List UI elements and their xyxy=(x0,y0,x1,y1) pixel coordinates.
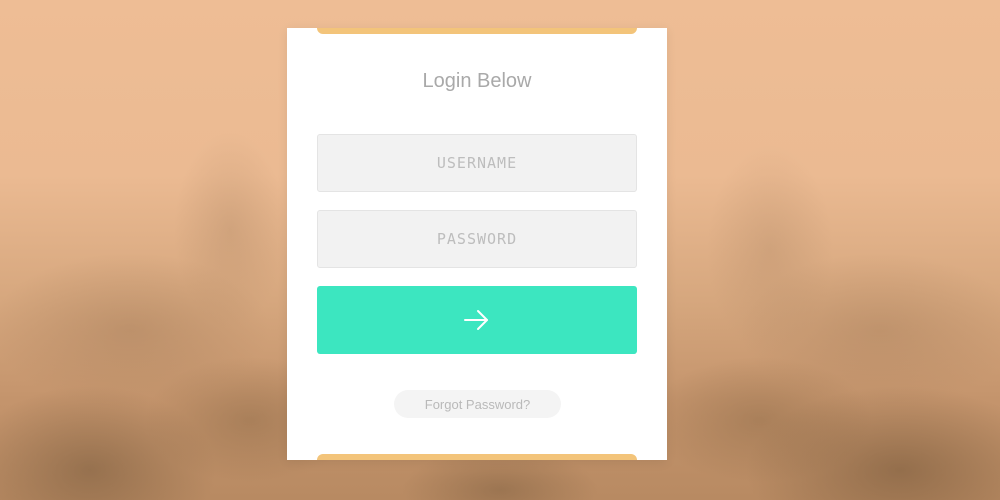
forgot-password-link[interactable]: Forgot Password? xyxy=(394,390,561,418)
arrow-right-icon xyxy=(464,310,488,330)
username-input[interactable] xyxy=(318,135,636,191)
top-accent-bar xyxy=(317,28,637,34)
login-title: Login Below xyxy=(422,70,532,92)
password-input[interactable] xyxy=(318,211,636,267)
bottom-accent-bar xyxy=(317,454,637,460)
submit-button[interactable] xyxy=(317,286,637,354)
password-field-container xyxy=(317,210,637,268)
login-card: Login Below Forgot Password? xyxy=(287,28,667,460)
username-field-container xyxy=(317,134,637,192)
